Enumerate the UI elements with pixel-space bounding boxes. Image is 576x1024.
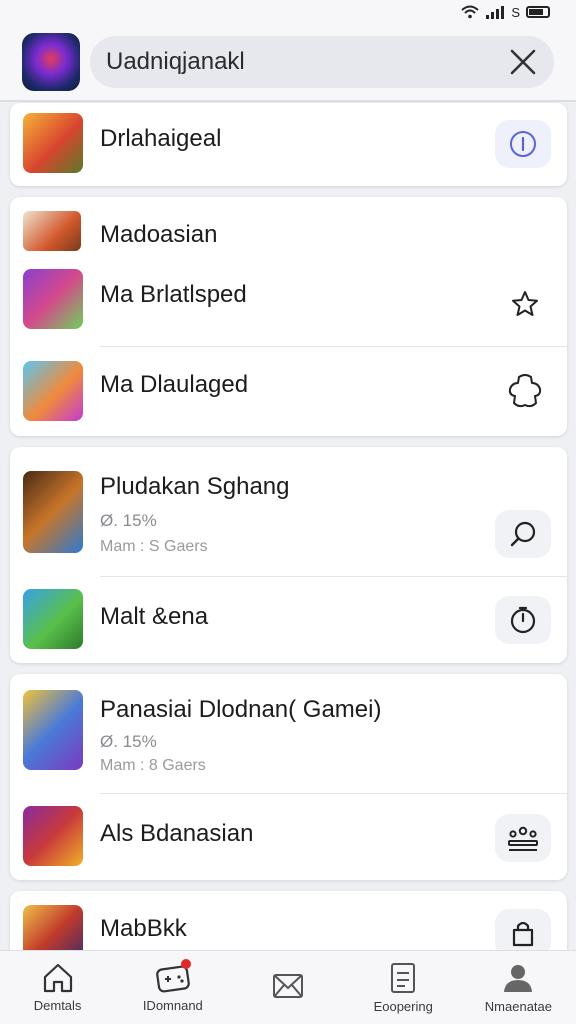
game-thumbnail — [23, 690, 83, 770]
info-icon — [510, 131, 536, 157]
header: Uadniqjanakl — [0, 24, 576, 100]
game-title: Madoasian — [100, 221, 218, 248]
puzzle-outline-icon — [508, 374, 542, 408]
bag-icon — [512, 921, 534, 947]
game-thumbnail — [23, 211, 81, 251]
game-card: Panasiai Dlodnan( Gamei) Ø. 15% Mam : 8 … — [10, 674, 567, 880]
game-title: Ma Dlaulaged — [100, 371, 249, 398]
nav-games[interactable]: IDomnand — [115, 951, 230, 1024]
nav-label: Nmaenatae — [484, 999, 553, 1014]
star-outline-icon — [512, 291, 538, 316]
game-title: Als Bdanasian — [100, 820, 254, 847]
nav-reports[interactable]: Eoopering — [346, 951, 461, 1024]
list-item[interactable]: Als Bdanasian — [10, 794, 567, 880]
game-thumbnail — [23, 269, 83, 329]
game-players: Mam : S Gaers — [100, 538, 208, 555]
network-indicator: S — [511, 4, 520, 20]
search-icon — [510, 521, 536, 547]
clock-icon — [510, 606, 536, 634]
game-players: Mam : 8 Gaers — [100, 757, 206, 774]
status-bar: S — [0, 0, 576, 24]
cellular-signal-icon — [485, 5, 505, 19]
info-button[interactable] — [495, 120, 551, 168]
profile-icon — [504, 965, 533, 992]
header-divider — [0, 100, 576, 102]
search-input[interactable]: Uadniqjanakl — [106, 48, 506, 76]
game-title: Drlahaigeal — [100, 125, 222, 152]
game-title: Pludakan Sghang — [100, 473, 290, 500]
list-item[interactable]: Madoasian — [10, 197, 567, 261]
mail-icon — [273, 973, 303, 998]
game-thumbnail — [23, 361, 83, 421]
search-field[interactable]: Uadniqjanakl — [90, 36, 554, 88]
game-thumbnail — [23, 806, 83, 866]
close-icon — [510, 49, 536, 75]
nav-messages[interactable] — [230, 951, 345, 1024]
clear-search-button[interactable] — [506, 45, 540, 79]
game-thumbnail — [23, 113, 83, 173]
nav-profile[interactable]: Nmaenatae — [461, 951, 576, 1024]
puzzle-button[interactable] — [505, 371, 545, 411]
app-logo[interactable] — [22, 33, 80, 91]
list-item[interactable]: Ma Brlatlsped — [10, 261, 567, 347]
list-item[interactable]: Ma Dlaulaged — [10, 347, 567, 436]
game-title: Panasiai Dlodnan( Gamei) — [100, 696, 382, 723]
list-item[interactable]: Malt &ena — [10, 577, 567, 663]
game-title: Ma Brlatlsped — [100, 281, 247, 308]
podium-icon — [508, 826, 538, 851]
search-game-button[interactable] — [495, 510, 551, 558]
home-icon — [43, 963, 72, 993]
favorite-button[interactable] — [505, 284, 545, 324]
document-icon — [391, 963, 416, 993]
list-item[interactable]: Drlahaigeal — [10, 103, 567, 186]
leaderboard-button[interactable] — [495, 814, 551, 862]
game-rating: Ø. 15% — [100, 511, 157, 530]
game-title: MabBkk — [100, 915, 187, 942]
nav-label: Demtals — [33, 998, 82, 1013]
wifi-icon — [461, 5, 479, 19]
game-card: Drlahaigeal — [10, 103, 567, 186]
nav-label: IDomnand — [142, 998, 203, 1013]
game-title: Malt &ena — [100, 603, 209, 630]
game-card: Madoasian Ma Brlatlsped Ma Dlaulaged — [10, 197, 567, 436]
list-item[interactable]: Panasiai Dlodnan( Gamei) Ø. 15% Mam : 8 … — [10, 674, 567, 793]
game-card: Pludakan Sghang Ø. 15% Mam : S Gaers Mal… — [10, 447, 567, 663]
bottom-navigation: Demtals IDomnand Eoopering Nmaenatae — [0, 950, 576, 1024]
timer-button[interactable] — [495, 596, 551, 644]
game-rating: Ø. 15% — [100, 732, 157, 751]
game-thumbnail — [23, 589, 83, 649]
game-thumbnail — [23, 471, 83, 553]
battery-icon — [526, 6, 550, 18]
nav-label: Eoopering — [373, 999, 433, 1014]
list-item[interactable]: Pludakan Sghang Ø. 15% Mam : S Gaers — [10, 447, 567, 576]
nav-home[interactable]: Demtals — [0, 951, 115, 1024]
